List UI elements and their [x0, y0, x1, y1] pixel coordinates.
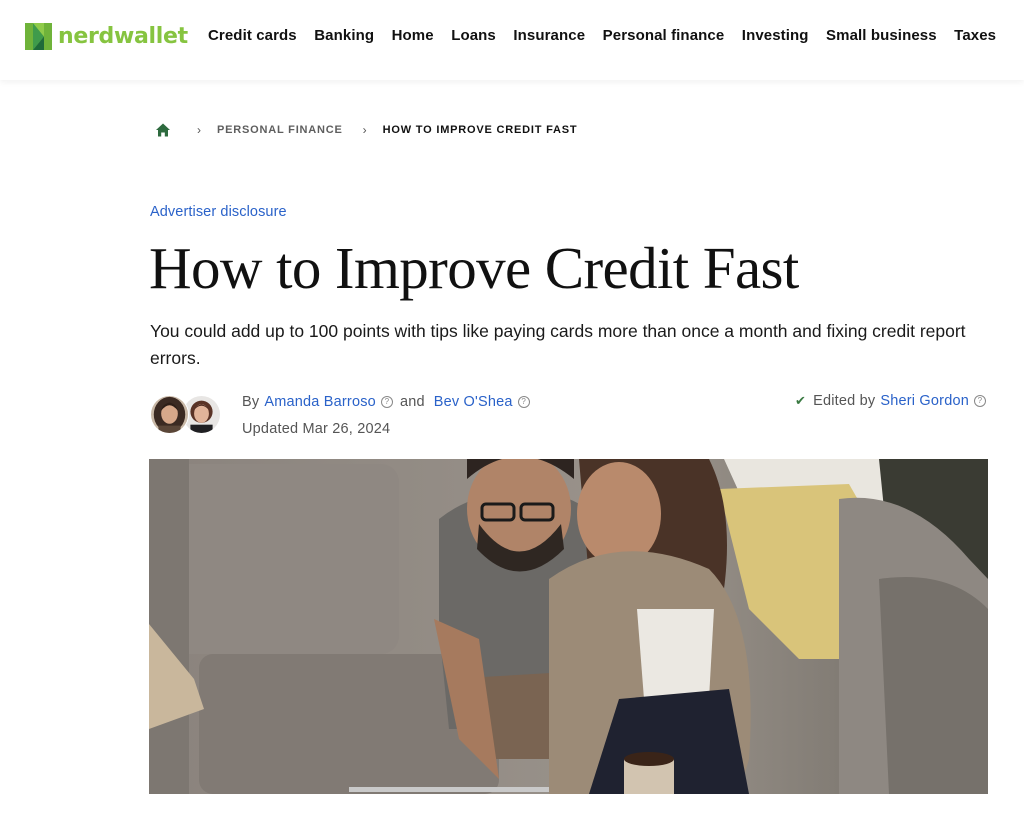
nav-banking[interactable]: Banking: [314, 27, 374, 44]
breadcrumb-home[interactable]: [155, 122, 171, 138]
authors-row: By Amanda Barroso ? and Bev O'Shea ?: [242, 393, 536, 411]
editor-link-sheri-gordon[interactable]: Sheri Gordon: [880, 393, 969, 409]
article-dek: You could add up to 100 points with tips…: [150, 321, 966, 368]
and-label: and: [399, 394, 425, 410]
breadcrumb-separator: ›: [362, 123, 367, 137]
nav-credit-cards[interactable]: Credit cards: [208, 27, 297, 44]
author-link-bev-oshea[interactable]: Bev O'Shea: [434, 393, 513, 411]
author-avatars: [150, 395, 224, 435]
advertiser-disclosure-link[interactable]: Advertiser disclosure: [150, 204, 287, 220]
main-nav: Credit cards Banking Home Loans Insuranc…: [208, 27, 1014, 44]
breadcrumb-personal-finance[interactable]: PERSONAL FINANCE: [217, 124, 343, 136]
check-icon: ✔: [794, 393, 807, 408]
avatar-amanda-barroso[interactable]: [150, 395, 189, 434]
hero-image: [149, 459, 988, 794]
nav-home[interactable]: Home: [392, 27, 434, 44]
article-title: How to Improve Credit Fast: [149, 235, 799, 301]
nerdwallet-logo[interactable]: nerdwallet: [25, 22, 188, 50]
help-circle-icon[interactable]: ?: [974, 395, 986, 407]
home-icon: [156, 123, 170, 137]
help-circle-icon[interactable]: ?: [380, 396, 393, 408]
nav-loans[interactable]: Loans: [451, 27, 496, 44]
edited-by: ✔ Edited by Sheri Gordon ?: [795, 393, 986, 409]
updated-date: Updated Mar 26, 2024: [242, 421, 391, 437]
nerdwallet-n-icon: [25, 22, 52, 50]
site-header: nerdwallet Credit cards Banking Home Loa…: [0, 0, 1024, 80]
breadcrumb-separator: ›: [197, 123, 201, 137]
logo-text: nerdwallet: [58, 23, 188, 49]
nav-investing[interactable]: Investing: [742, 27, 809, 44]
breadcrumb-current: HOW TO IMPROVE CREDIT FAST: [382, 124, 578, 136]
nav-taxes[interactable]: Taxes: [954, 27, 996, 44]
nav-personal-finance[interactable]: Personal finance: [603, 27, 725, 44]
help-circle-icon[interactable]: ?: [517, 396, 530, 408]
edited-by-label: Edited by: [813, 393, 876, 409]
byline: By Amanda Barroso ? and Bev O'Shea ? Upd…: [242, 393, 536, 438]
author-link-amanda-barroso[interactable]: Amanda Barroso: [264, 393, 376, 411]
by-label: By: [242, 394, 260, 410]
breadcrumb: › PERSONAL FINANCE › HOW TO IMPROVE CRED…: [155, 121, 577, 139]
nav-small-business[interactable]: Small business: [826, 27, 937, 44]
nav-insurance[interactable]: Insurance: [513, 27, 585, 44]
